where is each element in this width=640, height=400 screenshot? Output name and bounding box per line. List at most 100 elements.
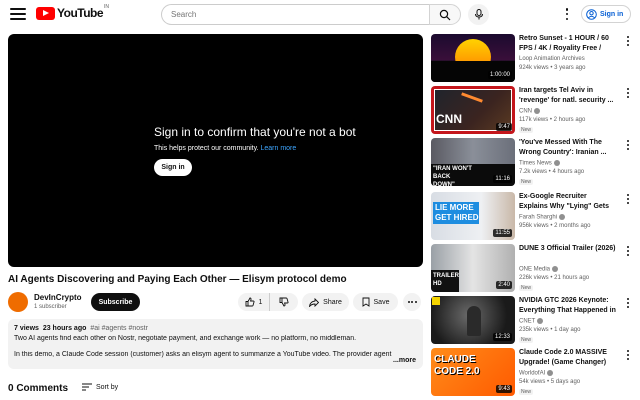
subscribe-button[interactable]: Subscribe [91,293,140,311]
recommendation-stats: 235k views • 1 day ago [519,327,581,333]
recommendation-menu-icon[interactable] [626,140,630,150]
keynote-speaker [467,306,481,336]
recommendation-title[interactable]: Ex-Google Recruiter Explains Why "Lying"… [519,192,617,212]
settings-more-icon[interactable] [561,8,573,20]
recommendation-menu-icon[interactable] [626,350,630,360]
video-duration: 9:47 [496,123,512,131]
recommendation-menu-icon[interactable] [626,194,630,204]
channel-label: Farah Sharghi [519,214,558,221]
search-icon [439,9,451,20]
recommendation-channel[interactable]: CNET [519,318,544,325]
youtube-logo[interactable]: YouTube IN [36,4,110,20]
search-button[interactable] [429,4,461,25]
recommendation-item[interactable]: LIE MORE GET HIRED 11:55 Ex-Google Recru… [431,192,631,240]
new-badge: New [519,285,534,291]
video-player[interactable]: Sign in to confirm that you're not a bot… [8,34,423,267]
recommendation-stats: 226k views • 21 hours ago [519,275,590,281]
sort-icon [82,383,92,391]
description-box[interactable]: 7 views 23 hours ago #ai #agents #nostr … [8,319,423,369]
new-badge: New [519,127,534,133]
sort-comments-button[interactable]: Sort by [82,383,118,391]
recommendation-item[interactable]: 12:33 NVIDIA GTC 2026 Keynote: Everythin… [431,296,631,344]
verified-check-icon [552,266,559,272]
hashtags[interactable]: #ai #agents #nostr [90,325,148,332]
learn-more-link[interactable]: Learn more [260,145,296,152]
save-playlist-icon [362,297,369,307]
recommendation-channel[interactable]: ONE Media [519,266,559,273]
recommendation-item[interactable]: "IRAN WON'T BACK DOWN" 11:16 'You've Mes… [431,138,631,186]
channel-name[interactable]: DevInCrypto [34,293,82,302]
video-duration: 1:00:00 [487,71,512,79]
like-button[interactable]: 1 [238,293,270,311]
recommendation-channel[interactable]: WorldofAI [519,370,554,377]
recommendation-stats: 924k views • 3 years ago [519,65,586,71]
video-thumbnail[interactable]: LIE MORE GET HIRED 11:55 [431,192,515,240]
sort-label: Sort by [96,383,119,391]
bot-check-title: Sign in to confirm that you're not a bot [154,125,356,139]
logo-country-code: IN [104,4,110,10]
recommendation-channel[interactable]: CNN [519,108,540,115]
new-badge: New [519,337,534,343]
comments-count: 0 Comments [8,383,69,394]
view-count: 7 views [14,325,39,332]
header-signin-button[interactable]: Sign in [581,5,631,23]
recommendation-item[interactable]: TRAILER HD 2:40 DUNE 3 Official Trailer … [431,244,631,292]
new-badge: New [519,179,534,185]
save-label: Save [373,298,390,306]
thumbnail-text: CLAUDE CODE 2.0 [434,354,480,377]
recommendation-title[interactable]: Iran targets Tel Aviv in 'revenge' for n… [519,86,617,106]
recommendation-title[interactable]: 'You've Messed With The Wrong Country': … [519,138,617,158]
channel-logo-badge [432,297,440,305]
new-badge: New [519,389,534,395]
video-thumbnail[interactable]: 12:33 [431,296,515,344]
channel-label: Times News [519,160,552,167]
video-thumbnail[interactable]: CNN 9:47 [431,86,515,134]
player-signin-button[interactable]: Sign in [154,159,192,176]
top-bar: YouTube IN Sign in [0,0,640,28]
verified-check-icon [537,318,544,324]
recommendation-menu-icon[interactable] [626,36,630,46]
upload-age: 23 hours ago [42,325,87,332]
thumbnail-text: CNN [436,112,462,126]
channel-avatar[interactable] [8,292,28,312]
logo-text: YouTube [57,6,104,20]
video-duration: 2:40 [496,281,512,289]
video-duration: 9:43 [496,385,512,393]
dislike-button[interactable] [270,293,298,311]
recommendation-menu-icon[interactable] [626,246,630,256]
verified-check-icon [553,160,560,166]
channel-label: WorldofAI [519,370,546,377]
recommendation-title[interactable]: Retro Sunset - 1 HOUR / 60 FPS / 4K / Ro… [519,34,617,54]
recommendation-item[interactable]: CLAUDE CODE 2.0 9:43 Claude Code 2.0 MAS… [431,348,631,396]
description-meta: 7 views 23 hours ago #ai #agents #nostr [14,325,417,332]
thumbnail-text: "IRAN WON'T BACK DOWN" [433,166,472,186]
recommendation-item[interactable]: CNN 9:47 Iran targets Tel Aviv in 'reven… [431,86,631,134]
video-thumbnail[interactable]: "IRAN WON'T BACK DOWN" 11:16 [431,138,515,186]
video-thumbnail[interactable]: 1:00:00 [431,34,515,82]
recommendation-channel[interactable]: Farah Sharghi [519,214,566,221]
recommendation-menu-icon[interactable] [626,88,630,98]
recommendation-title[interactable]: DUNE 3 Official Trailer (2026) [519,244,617,254]
recommendation-title[interactable]: NVIDIA GTC 2026 Keynote: Everything That… [519,296,617,316]
hamburger-menu-icon[interactable] [10,7,26,21]
share-button[interactable]: Share [302,293,349,311]
thumbnail-text: LIE MORE GET HIRED [435,203,479,222]
recommendation-item[interactable]: 1:00:00 Retro Sunset - 1 HOUR / 60 FPS /… [431,34,631,82]
recommendation-menu-icon[interactable] [626,298,630,308]
search-bar [161,4,461,25]
bot-check-subtitle-text: This helps protect our community. [154,145,259,152]
recommendation-title[interactable]: Claude Code 2.0 MASSIVE Upgrade! (Game C… [519,348,617,368]
save-button[interactable]: Save [353,293,398,311]
share-label: Share [323,298,342,306]
video-thumbnail[interactable]: CLAUDE CODE 2.0 9:43 [431,348,515,396]
recommendation-stats: 956k views • 2 months ago [519,223,591,229]
show-more-button[interactable]: ...more [390,357,416,364]
search-input[interactable] [161,4,429,25]
recommendation-channel[interactable]: Loop Animation Archives [519,56,585,62]
bot-check-subtitle: This helps protect our community. Learn … [154,145,296,152]
video-thumbnail[interactable]: TRAILER HD 2:40 [431,244,515,292]
recommendation-channel[interactable]: Times News [519,160,560,167]
voice-search-button[interactable] [468,4,489,25]
recommendation-stats: 7.2k views • 4 hours ago [519,169,585,175]
more-actions-icon[interactable] [403,293,421,311]
